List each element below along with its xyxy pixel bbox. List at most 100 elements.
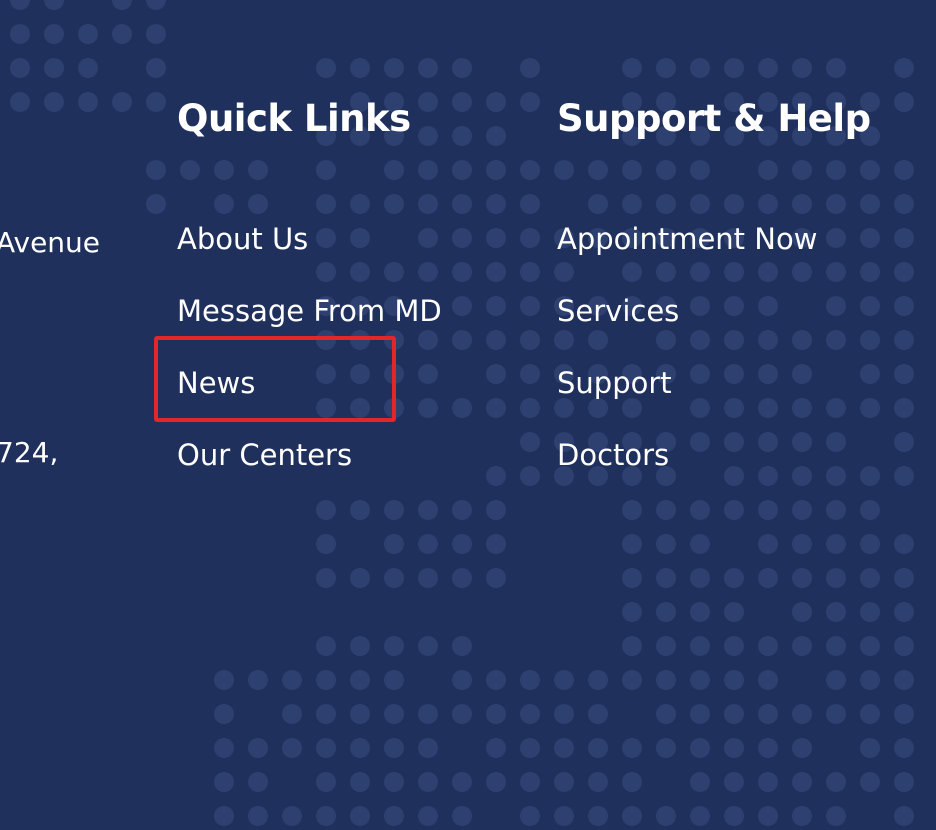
map-dot bbox=[622, 160, 642, 180]
message-from-md-link[interactable]: Message From MD bbox=[177, 294, 442, 328]
map-dot bbox=[588, 194, 608, 214]
map-dot bbox=[792, 772, 812, 792]
map-dot bbox=[520, 704, 540, 724]
doctors-link[interactable]: Doctors bbox=[557, 438, 669, 472]
map-dot bbox=[452, 296, 472, 316]
list-item: Support bbox=[557, 361, 817, 433]
map-dot bbox=[656, 738, 676, 758]
map-dot bbox=[350, 772, 370, 792]
map-dot bbox=[112, 0, 132, 10]
map-dot bbox=[826, 194, 846, 214]
map-dot bbox=[792, 160, 812, 180]
map-dot bbox=[486, 500, 506, 520]
services-link[interactable]: Services bbox=[557, 294, 679, 328]
map-dot bbox=[554, 772, 574, 792]
map-dot bbox=[418, 58, 438, 78]
map-dot bbox=[860, 500, 880, 520]
map-dot bbox=[724, 670, 744, 690]
map-dot bbox=[486, 330, 506, 350]
map-dot bbox=[758, 704, 778, 724]
map-dot bbox=[860, 194, 880, 214]
map-dot bbox=[486, 738, 506, 758]
map-dot bbox=[894, 738, 914, 758]
map-dot bbox=[520, 262, 540, 282]
map-dot bbox=[316, 772, 336, 792]
map-dot bbox=[894, 772, 914, 792]
map-dot bbox=[792, 194, 812, 214]
map-dot bbox=[588, 772, 608, 792]
map-dot bbox=[860, 636, 880, 656]
map-dot bbox=[792, 534, 812, 554]
map-dot bbox=[826, 296, 846, 316]
map-dot bbox=[894, 194, 914, 214]
map-dot bbox=[452, 806, 472, 826]
map-dot bbox=[316, 704, 336, 724]
map-dot bbox=[622, 772, 642, 792]
map-dot bbox=[792, 738, 812, 758]
map-dot bbox=[894, 330, 914, 350]
map-dot bbox=[826, 330, 846, 350]
address-line-partial: Avenue bbox=[0, 226, 101, 259]
map-dot bbox=[860, 738, 880, 758]
map-dot bbox=[588, 806, 608, 826]
map-dot bbox=[690, 636, 710, 656]
map-dot bbox=[520, 432, 540, 452]
map-dot bbox=[486, 92, 506, 112]
map-dot bbox=[826, 806, 846, 826]
map-dot bbox=[826, 466, 846, 486]
map-dot bbox=[792, 58, 812, 78]
map-dot bbox=[894, 92, 914, 112]
map-dot bbox=[452, 194, 472, 214]
map-dot bbox=[894, 670, 914, 690]
map-dot bbox=[758, 534, 778, 554]
map-dot bbox=[44, 92, 64, 112]
map-dot bbox=[418, 534, 438, 554]
map-dot bbox=[724, 772, 744, 792]
list-item: About Us bbox=[177, 217, 442, 289]
map-dot bbox=[690, 602, 710, 622]
map-dot bbox=[826, 704, 846, 724]
map-dot bbox=[554, 806, 574, 826]
map-dot bbox=[520, 296, 540, 316]
map-dot bbox=[452, 500, 472, 520]
map-dot bbox=[826, 398, 846, 418]
map-dot bbox=[316, 806, 336, 826]
map-dot bbox=[656, 704, 676, 724]
map-dot bbox=[350, 806, 370, 826]
news-link[interactable]: News bbox=[177, 366, 255, 400]
map-dot bbox=[690, 806, 710, 826]
map-dot bbox=[282, 670, 302, 690]
map-dot bbox=[860, 330, 880, 350]
map-dot bbox=[520, 92, 540, 112]
map-dot bbox=[350, 670, 370, 690]
map-dot bbox=[418, 126, 438, 146]
support-link[interactable]: Support bbox=[557, 366, 672, 400]
map-dot bbox=[180, 160, 200, 180]
map-dot bbox=[10, 0, 30, 10]
map-dot bbox=[724, 636, 744, 656]
map-dot bbox=[350, 636, 370, 656]
map-dot bbox=[656, 670, 676, 690]
about-us-link[interactable]: About Us bbox=[177, 222, 308, 256]
map-dot bbox=[690, 772, 710, 792]
appointment-now-link[interactable]: Appointment Now bbox=[557, 222, 817, 256]
map-dot bbox=[384, 160, 404, 180]
map-dot bbox=[894, 704, 914, 724]
map-dot bbox=[894, 568, 914, 588]
map-dot bbox=[622, 670, 642, 690]
map-dot bbox=[860, 466, 880, 486]
map-dot bbox=[860, 772, 880, 792]
map-dot bbox=[860, 568, 880, 588]
map-dot bbox=[44, 24, 64, 44]
map-dot bbox=[418, 568, 438, 588]
map-dot bbox=[724, 602, 744, 622]
map-dot bbox=[418, 772, 438, 792]
our-centers-link[interactable]: Our Centers bbox=[177, 438, 352, 472]
map-dot bbox=[44, 58, 64, 78]
map-dot bbox=[248, 772, 268, 792]
list-item: Services bbox=[557, 289, 817, 361]
map-dot bbox=[452, 772, 472, 792]
map-dot bbox=[520, 806, 540, 826]
list-item: Message From MD bbox=[177, 289, 442, 361]
map-dot bbox=[622, 568, 642, 588]
